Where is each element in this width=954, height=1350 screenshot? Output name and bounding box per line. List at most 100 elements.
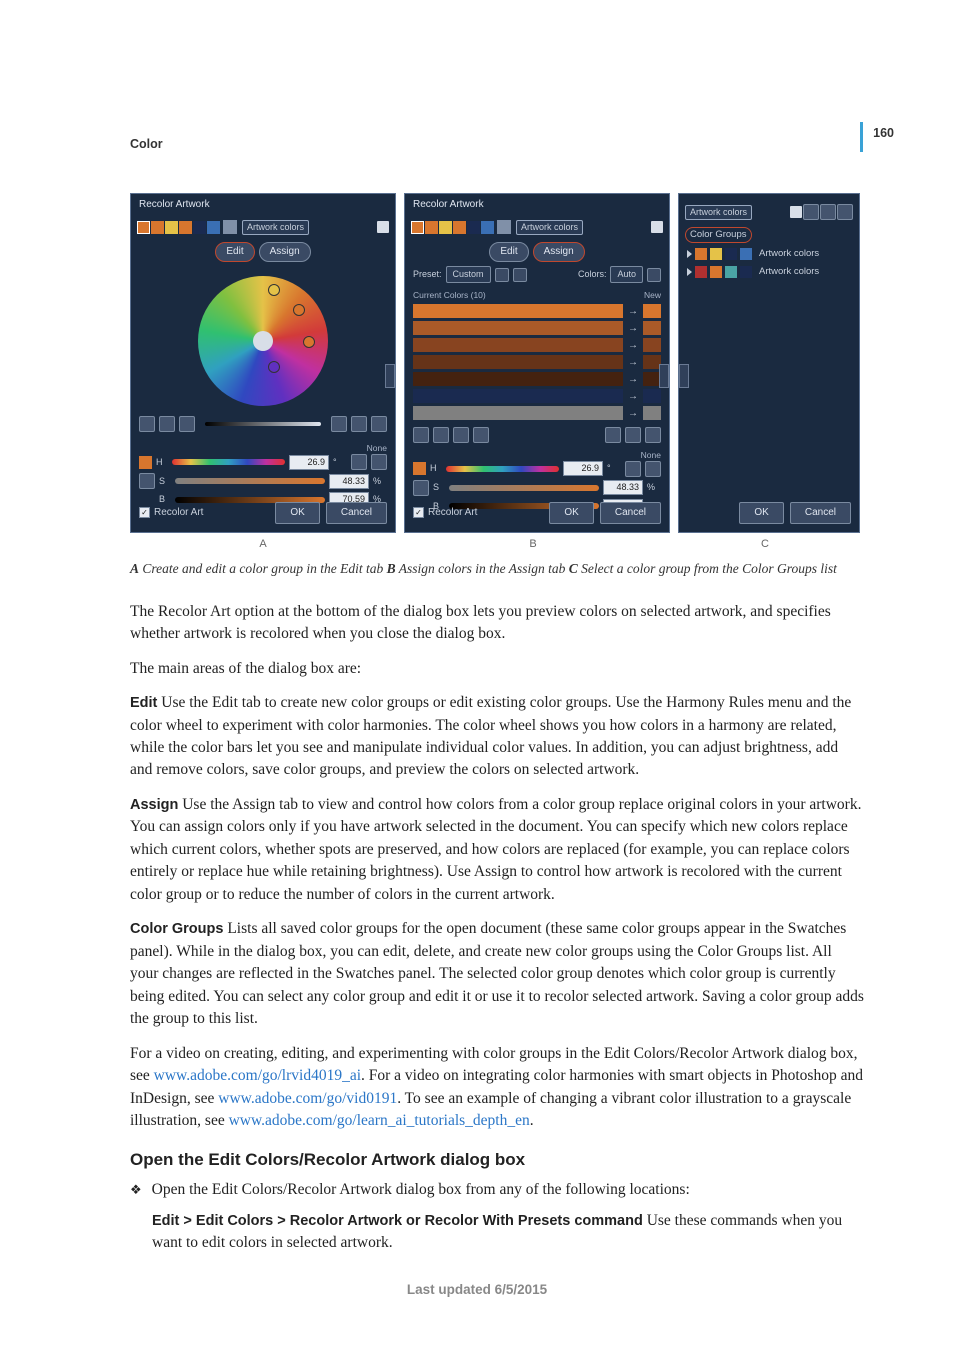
color-swatch[interactable] bbox=[467, 221, 480, 234]
color-wheel[interactable] bbox=[198, 276, 328, 406]
row-tool-icon[interactable] bbox=[473, 427, 489, 443]
hue-field[interactable]: 26.9 bbox=[563, 461, 603, 476]
color-swatch[interactable] bbox=[151, 221, 164, 234]
tab-assign[interactable]: Assign bbox=[259, 242, 311, 263]
color-swatch[interactable] bbox=[453, 221, 466, 234]
figure-letter-b: B bbox=[396, 537, 670, 553]
expand-handle[interactable] bbox=[385, 364, 395, 388]
color-bars-icon[interactable] bbox=[179, 416, 195, 432]
eyedropper-icon[interactable] bbox=[625, 461, 641, 477]
hue-slider[interactable] bbox=[172, 459, 285, 465]
preset-options-icon[interactable] bbox=[513, 268, 527, 282]
color-swatch[interactable] bbox=[481, 221, 494, 234]
saturation-field[interactable]: 48.33 bbox=[603, 480, 643, 495]
saturation-slider[interactable] bbox=[175, 478, 325, 484]
row-tool-icon[interactable] bbox=[453, 427, 469, 443]
brightness-slider[interactable] bbox=[205, 422, 321, 426]
ok-button[interactable]: OK bbox=[739, 502, 783, 525]
color-swatch bbox=[725, 266, 737, 278]
tab-edit[interactable]: Edit bbox=[489, 242, 528, 263]
color-swatch[interactable] bbox=[207, 221, 220, 234]
expand-handle[interactable] bbox=[659, 364, 669, 388]
cancel-button[interactable]: Cancel bbox=[790, 502, 851, 525]
ok-button[interactable]: OK bbox=[549, 502, 593, 525]
harmony-node[interactable] bbox=[268, 284, 280, 296]
cancel-button[interactable]: Cancel bbox=[600, 502, 661, 525]
color-mode-icon[interactable] bbox=[413, 480, 429, 496]
assign-row[interactable]: → bbox=[413, 338, 661, 352]
caption-c-bold: C bbox=[569, 561, 578, 576]
active-color-swatch[interactable] bbox=[137, 221, 150, 234]
colors-menu-icon[interactable] bbox=[647, 268, 661, 282]
row-tool-icon[interactable] bbox=[413, 427, 429, 443]
color-group-item[interactable]: Artwork colors bbox=[679, 263, 859, 281]
row-tool-icon[interactable] bbox=[625, 427, 641, 443]
eyedropper-icon[interactable] bbox=[351, 454, 367, 470]
get-color-icon[interactable] bbox=[377, 221, 389, 233]
assign-term: Assign bbox=[130, 797, 178, 813]
color-swatch bbox=[695, 266, 707, 278]
section-label: Color bbox=[130, 135, 864, 153]
tab-assign[interactable]: Assign bbox=[533, 242, 585, 263]
assign-row[interactable]: → bbox=[413, 406, 661, 420]
preset-menu-icon[interactable] bbox=[495, 268, 509, 282]
recolor-art-checkbox[interactable]: ✓Recolor Art bbox=[139, 506, 203, 521]
active-colors-row: Artwork colors bbox=[405, 217, 669, 238]
color-mode-icon[interactable] bbox=[139, 473, 155, 489]
dropdown-icon[interactable] bbox=[497, 220, 511, 234]
smooth-wheel-icon[interactable] bbox=[139, 416, 155, 432]
caption-b-text: Assign colors in the Assign tab bbox=[396, 561, 569, 576]
tool-icon[interactable] bbox=[331, 416, 347, 432]
menu-icon[interactable] bbox=[645, 461, 661, 477]
menu-icon[interactable] bbox=[371, 454, 387, 470]
harmony-node[interactable] bbox=[303, 336, 315, 348]
tool-icon[interactable] bbox=[371, 416, 387, 432]
hue-slider[interactable] bbox=[446, 466, 559, 472]
video-link-1[interactable]: www.adobe.com/go/lrvid4019_ai bbox=[154, 1067, 361, 1084]
ok-button[interactable]: OK bbox=[275, 502, 319, 525]
assign-row[interactable]: → bbox=[413, 304, 661, 318]
assign-row[interactable]: → bbox=[413, 321, 661, 335]
group-name: Artwork colors bbox=[759, 265, 819, 279]
new-group-icon[interactable] bbox=[820, 204, 836, 220]
color-swatch[interactable] bbox=[193, 221, 206, 234]
assign-row[interactable]: → bbox=[413, 355, 661, 369]
tab-edit[interactable]: Edit bbox=[215, 242, 254, 263]
color-swatch[interactable] bbox=[425, 221, 438, 234]
row-tool-icon[interactable] bbox=[605, 427, 621, 443]
saturation-field[interactable]: 48.33 bbox=[329, 474, 369, 489]
active-colors-row: Artwork colors bbox=[131, 217, 395, 238]
tool-icon[interactable] bbox=[351, 416, 367, 432]
color-swatch[interactable] bbox=[439, 221, 452, 234]
row-tool-icon[interactable] bbox=[433, 427, 449, 443]
collapse-handle[interactable] bbox=[679, 364, 689, 388]
hue-field[interactable]: 26.9 bbox=[289, 455, 329, 470]
colors-dropdown[interactable]: Auto bbox=[610, 266, 643, 283]
cancel-button[interactable]: Cancel bbox=[326, 502, 387, 525]
preset-label: Preset: bbox=[413, 268, 442, 281]
color-swatch[interactable] bbox=[179, 221, 192, 234]
saturation-slider[interactable] bbox=[449, 485, 599, 491]
color-groups-heading: Color Groups bbox=[685, 227, 752, 243]
video-link-2[interactable]: www.adobe.com/go/vid0191 bbox=[218, 1090, 397, 1107]
delete-group-icon[interactable] bbox=[837, 204, 853, 220]
row-tool-icon[interactable] bbox=[645, 427, 661, 443]
dropdown-icon[interactable] bbox=[223, 220, 237, 234]
get-color-icon[interactable] bbox=[790, 206, 802, 218]
active-color-swatch[interactable] bbox=[411, 221, 424, 234]
get-color-icon[interactable] bbox=[651, 221, 663, 233]
harmony-node[interactable] bbox=[268, 361, 280, 373]
recolor-art-label: Recolor Art bbox=[154, 506, 203, 521]
preset-dropdown[interactable]: Custom bbox=[446, 266, 491, 283]
harmony-node[interactable] bbox=[293, 304, 305, 316]
assign-row[interactable]: → bbox=[413, 389, 661, 403]
assign-row[interactable]: → bbox=[413, 372, 661, 386]
segmented-wheel-icon[interactable] bbox=[159, 416, 175, 432]
recolor-panel-edit: Recolor Artwork Artwork colors Edit Assi… bbox=[130, 193, 396, 533]
save-group-icon[interactable] bbox=[803, 204, 819, 220]
color-swatch[interactable] bbox=[165, 221, 178, 234]
video-link-3[interactable]: www.adobe.com/go/learn_ai_tutorials_dept… bbox=[229, 1112, 530, 1129]
intro-paragraph-1: The Recolor Art option at the bottom of … bbox=[130, 601, 864, 646]
color-group-item[interactable]: Artwork colors bbox=[679, 245, 859, 263]
recolor-art-checkbox[interactable]: ✓Recolor Art bbox=[413, 506, 477, 521]
